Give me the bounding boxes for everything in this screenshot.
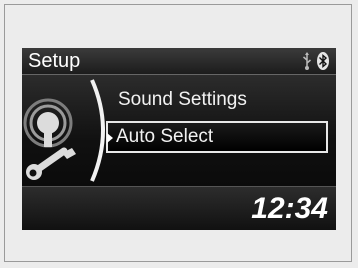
status-icons xyxy=(302,51,330,71)
menu-item-auto-select[interactable]: Auto Select xyxy=(106,121,328,153)
setup-wrench-icon xyxy=(23,79,105,182)
menu-area: Sound Settings Auto Select xyxy=(22,75,336,186)
header-bar: Setup xyxy=(22,48,336,75)
display-screen: Setup Sound Settings Auto Select 12:34 xyxy=(22,48,336,230)
screen-title: Setup xyxy=(28,50,81,72)
menu-item-label: Sound Settings xyxy=(118,89,247,110)
footer-bar: 12:34 xyxy=(22,186,336,230)
usb-icon xyxy=(302,52,311,70)
clock: 12:34 xyxy=(251,192,328,225)
menu-item-label: Auto Select xyxy=(116,126,214,147)
menu-item-sound-settings[interactable]: Sound Settings xyxy=(118,88,247,112)
selection-arrow-icon xyxy=(107,133,113,143)
bluetooth-icon xyxy=(317,52,329,70)
